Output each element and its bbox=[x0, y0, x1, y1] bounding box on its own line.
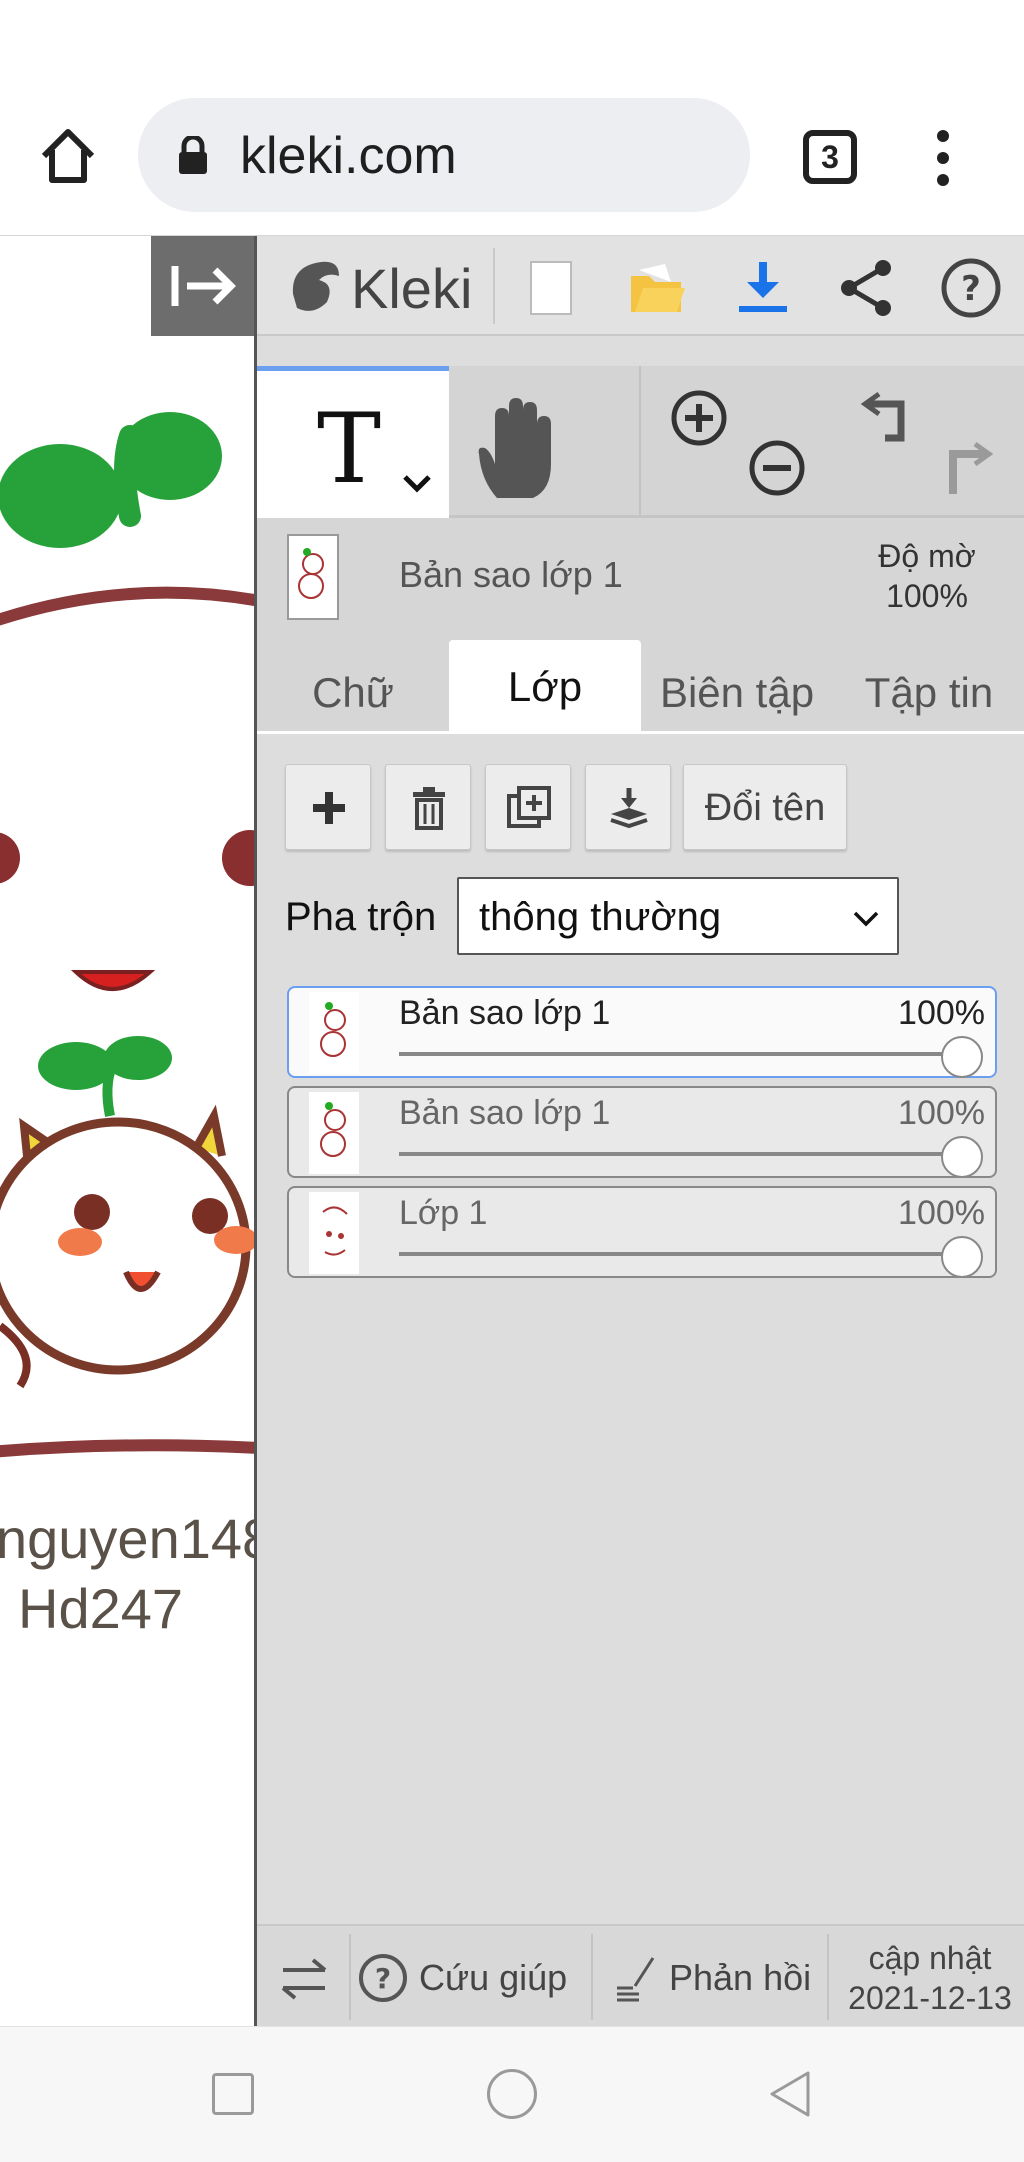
tab-file[interactable]: Tập tin bbox=[833, 652, 1024, 734]
collapse-panel-button[interactable] bbox=[151, 236, 254, 336]
layer-thumbnail bbox=[309, 992, 359, 1074]
canvas-artwork bbox=[0, 412, 254, 1458]
download-icon[interactable] bbox=[731, 256, 795, 320]
text-tool-icon: T bbox=[317, 393, 382, 505]
layer-thumbnail bbox=[309, 1192, 359, 1274]
open-folder-icon[interactable] bbox=[625, 256, 689, 320]
address-bar[interactable]: kleki.com bbox=[138, 98, 750, 212]
url-text: kleki.com bbox=[240, 127, 457, 185]
zoom-out-icon[interactable] bbox=[747, 438, 807, 498]
layer-opacity: 100% bbox=[898, 1094, 985, 1132]
add-layer-button[interactable] bbox=[285, 764, 371, 850]
help-circle-icon[interactable]: ? bbox=[357, 1952, 409, 2004]
rename-layer-button[interactable]: Đổi tên bbox=[683, 764, 847, 850]
blend-mode-select[interactable]: thông thường bbox=[457, 877, 899, 955]
layer-preview: Bản sao lớp 1 Độ mờ 100% bbox=[257, 518, 1024, 628]
canvas-watermark-line1: nguyen148 bbox=[0, 1507, 254, 1570]
divider bbox=[591, 1934, 593, 2020]
undo-icon[interactable] bbox=[857, 388, 917, 448]
tab-layers[interactable]: Lớp bbox=[449, 640, 641, 734]
home-button[interactable] bbox=[487, 2069, 537, 2119]
tool-row: T bbox=[257, 366, 1024, 518]
back-triangle-icon bbox=[770, 2071, 810, 2117]
feedback-link[interactable]: Phản hồi bbox=[669, 1956, 811, 2000]
delete-layer-button[interactable] bbox=[385, 764, 471, 850]
drawing-canvas[interactable]: nguyen148 Hd247 bbox=[0, 236, 254, 2026]
text-tool-button[interactable]: T bbox=[257, 366, 449, 518]
trash-icon bbox=[413, 787, 445, 830]
layer-thumbnail bbox=[309, 1092, 359, 1174]
update-date: 2021-12-13 bbox=[848, 1980, 1012, 2016]
share-icon[interactable] bbox=[835, 256, 899, 320]
blend-mode-value: thông thường bbox=[479, 895, 722, 939]
pen-icon[interactable] bbox=[609, 1952, 659, 2002]
recents-button[interactable] bbox=[212, 2073, 254, 2115]
back-button[interactable] bbox=[766, 2069, 814, 2119]
help-link[interactable]: Cứu giúp bbox=[419, 1956, 567, 2000]
divider bbox=[639, 366, 641, 518]
tab-text[interactable]: Chữ bbox=[257, 652, 449, 734]
divider bbox=[827, 1934, 829, 2020]
opacity-readout[interactable]: Độ mờ 100% bbox=[847, 536, 1007, 616]
merge-down-button[interactable] bbox=[585, 764, 671, 850]
blend-mode-label: Pha trộn bbox=[285, 895, 437, 939]
panel-header: Kleki ? bbox=[257, 236, 1024, 336]
slider-handle[interactable] bbox=[941, 1036, 983, 1078]
browser-toolbar: kleki.com 3 bbox=[0, 0, 1024, 236]
merge-down-icon bbox=[610, 788, 648, 829]
divider bbox=[349, 1934, 351, 2020]
layer-opacity-slider[interactable] bbox=[399, 1252, 959, 1256]
hand-tool-icon[interactable] bbox=[467, 394, 567, 504]
layer-item[interactable]: Bản sao lớp 1 100% bbox=[287, 986, 997, 1078]
layer-item[interactable]: Lớp 1 100% bbox=[287, 1186, 997, 1278]
chevron-down-icon bbox=[853, 911, 879, 927]
update-label: cập nhật bbox=[868, 1940, 992, 1976]
update-info[interactable]: cập nhật 2021-12-13 bbox=[835, 1938, 1024, 2018]
layer-preview-thumbnail[interactable] bbox=[287, 534, 339, 620]
layer-name: Bản sao lớp 1 bbox=[399, 994, 611, 1032]
lock-icon bbox=[176, 134, 210, 174]
side-panel: Kleki ? T Bản sao lớp 1 Độ mờ 100% Chữ L… bbox=[254, 236, 1024, 2026]
svg-text:?: ? bbox=[961, 269, 981, 309]
system-nav-bar bbox=[0, 2026, 1024, 2162]
redo-icon[interactable] bbox=[937, 438, 997, 498]
help-icon[interactable]: ? bbox=[939, 256, 1003, 320]
chevron-down-icon[interactable] bbox=[397, 463, 437, 503]
divider bbox=[493, 248, 495, 324]
tab-bar: Chữ Lớp Biên tập Tập tin bbox=[257, 628, 1024, 734]
layer-name: Bản sao lớp 1 bbox=[399, 1094, 611, 1132]
panel-footer: ? Cứu giúp Phản hồi cập nhật 2021-12-13 bbox=[257, 1924, 1024, 2026]
home-icon[interactable] bbox=[36, 124, 100, 188]
canvas-watermark-line2: Hd247 bbox=[18, 1577, 184, 1640]
new-file-icon[interactable] bbox=[519, 256, 583, 320]
tab-edit[interactable]: Biên tập bbox=[641, 652, 833, 734]
logo-text: Kleki bbox=[351, 257, 473, 320]
slider-handle[interactable] bbox=[941, 1136, 983, 1178]
layer-name: Lớp 1 bbox=[399, 1194, 488, 1232]
swap-arrows-icon[interactable] bbox=[277, 1952, 331, 2006]
layer-opacity-slider[interactable] bbox=[399, 1152, 959, 1156]
opacity-value: 100% bbox=[886, 578, 968, 614]
duplicate-layer-button[interactable] bbox=[485, 764, 571, 850]
tab-switcher-button[interactable]: 3 bbox=[803, 130, 857, 184]
duplicate-icon bbox=[507, 786, 551, 828]
opacity-label: Độ mờ bbox=[878, 538, 976, 574]
layer-opacity-slider[interactable] bbox=[399, 1052, 959, 1056]
arrow-right-icon bbox=[171, 266, 236, 306]
more-menu-icon[interactable] bbox=[928, 130, 958, 186]
layer-opacity: 100% bbox=[898, 1194, 985, 1232]
svg-text:?: ? bbox=[375, 1962, 391, 1995]
plus-icon bbox=[313, 792, 345, 824]
layer-item[interactable]: Bản sao lớp 1 100% bbox=[287, 1086, 997, 1178]
current-layer-name: Bản sao lớp 1 bbox=[399, 554, 623, 595]
zoom-in-icon[interactable] bbox=[669, 388, 729, 448]
kleki-logo-icon bbox=[283, 254, 343, 318]
layer-opacity: 100% bbox=[898, 994, 985, 1032]
slider-handle[interactable] bbox=[941, 1236, 983, 1278]
